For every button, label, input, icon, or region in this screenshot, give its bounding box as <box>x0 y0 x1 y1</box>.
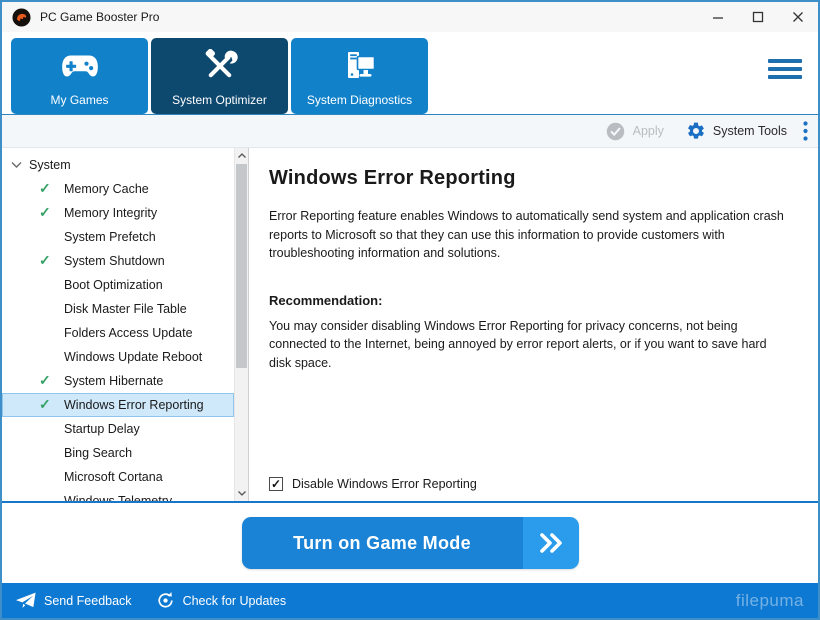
game-mode-button-label: Turn on Game Mode <box>242 517 523 569</box>
app-logo-icon <box>12 8 31 27</box>
system-tools-button[interactable]: System Tools <box>686 121 787 141</box>
apply-check-circle-icon <box>605 121 626 142</box>
tab-label: System Diagnostics <box>307 94 412 106</box>
sidebar: System ✓ Memory Cache ✓ Memory Integrity Sys… <box>2 148 249 501</box>
sidebar-item-system-prefetch[interactable]: System Prefetch <box>2 225 234 249</box>
checkbox-label: Disable Windows Error Reporting <box>292 477 477 491</box>
system-tools-label: System Tools <box>713 124 787 138</box>
sidebar-item-label: Windows Telemetry <box>64 494 172 501</box>
check-icon: ✓ <box>39 372 51 389</box>
gamepad-icon <box>59 38 101 94</box>
window-title: PC Game Booster Pro <box>40 10 159 24</box>
sidebar-item-windows-error-reporting[interactable]: ✓ Windows Error Reporting <box>2 393 234 417</box>
game-mode-strip: Turn on Game Mode <box>2 503 818 583</box>
titlebar: PC Game Booster Pro <box>2 2 818 32</box>
sidebar-item-system-shutdown[interactable]: ✓ System Shutdown <box>2 249 234 273</box>
page-title: Windows Error Reporting <box>269 167 792 190</box>
menu-hamburger-icon[interactable] <box>768 59 802 83</box>
minimize-icon <box>712 11 724 23</box>
sidebar-item-windows-update-reboot[interactable]: Windows Update Reboot <box>2 345 234 369</box>
more-options-icon[interactable] <box>803 121 808 141</box>
sidebar-item-label: Folders Access Update <box>64 326 193 340</box>
sidebar-item-label: Disk Master File Table <box>64 302 187 316</box>
sidebar-item-label: Memory Cache <box>64 182 149 196</box>
recommendation-text: You may consider disabling Windows Error… <box>269 317 792 373</box>
maximize-icon <box>752 11 764 23</box>
tools-icon <box>201 38 239 94</box>
main-tabs: My Games System Optimizer <box>2 32 818 115</box>
watermark: filepuma <box>736 591 804 611</box>
close-button[interactable] <box>778 2 818 32</box>
tab-my-games[interactable]: My Games <box>11 38 148 114</box>
scrollbar-thumb[interactable] <box>236 164 247 368</box>
sidebar-item-system-hibernate[interactable]: ✓ System Hibernate <box>2 369 234 393</box>
sidebar-item-disk-master-file-table[interactable]: Disk Master File Table <box>2 297 234 321</box>
sidebar-root-label: System <box>29 158 71 172</box>
check-icon: ✓ <box>39 204 51 221</box>
tab-system-diagnostics[interactable]: System Diagnostics <box>291 38 428 114</box>
disable-error-reporting-checkbox[interactable]: ✓ Disable Windows Error Reporting <box>269 477 477 491</box>
chevron-down-icon <box>11 161 22 169</box>
sidebar-item-label: Bing Search <box>64 446 132 460</box>
tab-system-optimizer[interactable]: System Optimizer <box>151 38 288 114</box>
diagnostics-icon <box>340 38 380 94</box>
scroll-up-icon[interactable] <box>235 148 248 163</box>
sidebar-item-boot-optimization[interactable]: Boot Optimization <box>2 273 234 297</box>
app-window: PC Game Booster Pro <box>0 0 820 620</box>
turn-on-game-mode-button[interactable]: Turn on Game Mode <box>242 517 579 569</box>
check-icon: ✓ <box>39 396 51 413</box>
minimize-button[interactable] <box>698 2 738 32</box>
check-icon: ✓ <box>39 180 51 197</box>
content-area: System ✓ Memory Cache ✓ Memory Integrity Sys… <box>2 148 818 501</box>
send-feedback-label: Send Feedback <box>44 594 132 608</box>
footer-bar: Send Feedback Check for Updates filepuma <box>2 583 818 618</box>
gear-icon <box>686 121 706 141</box>
tab-label: System Optimizer <box>172 94 267 106</box>
sidebar-item-label: Memory Integrity <box>64 206 157 220</box>
sidebar-item-label: Boot Optimization <box>64 278 163 292</box>
tree-list: System ✓ Memory Cache ✓ Memory Integrity Sys… <box>2 148 234 501</box>
sidebar-item-label: Microsoft Cortana <box>64 470 163 484</box>
sidebar-item-label: System Prefetch <box>64 230 156 244</box>
sidebar-item-memory-cache[interactable]: ✓ Memory Cache <box>2 177 234 201</box>
refresh-icon <box>156 591 175 610</box>
maximize-button[interactable] <box>738 2 778 32</box>
sidebar-scrollbar[interactable] <box>234 148 248 501</box>
description-text: Error Reporting feature enables Windows … <box>269 207 792 263</box>
close-icon <box>792 11 804 23</box>
check-icon: ✓ <box>39 252 51 269</box>
sidebar-item-microsoft-cortana[interactable]: Microsoft Cortana <box>2 465 234 489</box>
sidebar-item-memory-integrity[interactable]: ✓ Memory Integrity <box>2 201 234 225</box>
apply-label: Apply <box>633 124 664 138</box>
sidebar-item-startup-delay[interactable]: Startup Delay <box>2 417 234 441</box>
sidebar-item-label: Startup Delay <box>64 422 140 436</box>
sidebar-item-folders-access-update[interactable]: Folders Access Update <box>2 321 234 345</box>
sidebar-item-label: System Hibernate <box>64 374 163 388</box>
window-controls <box>698 2 818 32</box>
paper-plane-icon <box>16 592 36 609</box>
sidebar-root-system[interactable]: System <box>2 152 234 177</box>
check-updates-label: Check for Updates <box>183 594 287 608</box>
scroll-down-icon[interactable] <box>235 486 248 501</box>
detail-panel: Windows Error Reporting Error Reporting … <box>249 148 818 501</box>
sidebar-item-label: Windows Error Reporting <box>64 398 204 412</box>
send-feedback-button[interactable]: Send Feedback <box>16 592 132 609</box>
check-updates-button[interactable]: Check for Updates <box>156 591 287 610</box>
checkbox-box[interactable]: ✓ <box>269 477 283 491</box>
recommendation-heading: Recommendation: <box>269 293 792 308</box>
secondary-toolbar: Apply System Tools <box>2 115 818 148</box>
sidebar-item-bing-search[interactable]: Bing Search <box>2 441 234 465</box>
sidebar-item-label: Windows Update Reboot <box>64 350 202 364</box>
double-chevron-icon <box>523 517 579 569</box>
apply-button[interactable]: Apply <box>605 121 664 142</box>
tab-label: My Games <box>50 94 108 106</box>
sidebar-item-windows-telemetry[interactable]: Windows Telemetry <box>2 489 234 501</box>
sidebar-item-label: System Shutdown <box>64 254 165 268</box>
